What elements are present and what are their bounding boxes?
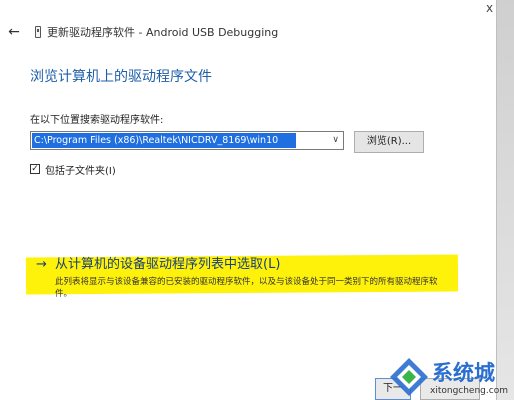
chevron-down-icon[interactable]: ∨	[332, 133, 339, 148]
arrow-right-icon: →	[36, 257, 47, 272]
include-subfolders-checkbox[interactable]: ✓	[30, 164, 40, 174]
page-title: 浏览计算机上的驱动程序文件	[30, 69, 212, 85]
watermark-brand: 系统城	[432, 361, 495, 385]
window-title: 更新驱动程序软件 - Android USB Debugging	[47, 26, 279, 39]
watermark-logo-icon	[390, 358, 428, 396]
dialog-titlebar: ← 更新驱动程序软件 - Android USB Debugging	[0, 20, 496, 48]
watermark-domain: xitongcheng.com	[430, 386, 508, 396]
browse-button[interactable]: 浏览(R)...	[354, 131, 424, 153]
background-window-strip	[497, 0, 514, 400]
search-location-label: 在以下位置搜索驱动程序软件:	[30, 115, 164, 126]
driver-path-input[interactable]: C:\Program Files (x86)\Realtek\NICDRV_81…	[32, 133, 296, 148]
usb-device-icon	[35, 26, 41, 38]
pick-from-list-description: 此列表将显示与该设备兼容的已安装的驱动程序软件，以及与该设备处于同一类别下的所有…	[55, 277, 438, 299]
pick-from-list-link[interactable]: 从计算机的设备驱动程序列表中选取(L)	[55, 257, 280, 273]
back-arrow-icon[interactable]: ←	[6, 22, 22, 42]
include-subfolders-label[interactable]: 包括子文件夹(I)	[45, 162, 116, 177]
update-driver-dialog: ← 更新驱动程序软件 - Android USB Debugging x 浏览计…	[0, 0, 497, 400]
driver-path-combobox[interactable]: C:\Program Files (x86)\Realtek\NICDRV_81…	[30, 131, 344, 150]
